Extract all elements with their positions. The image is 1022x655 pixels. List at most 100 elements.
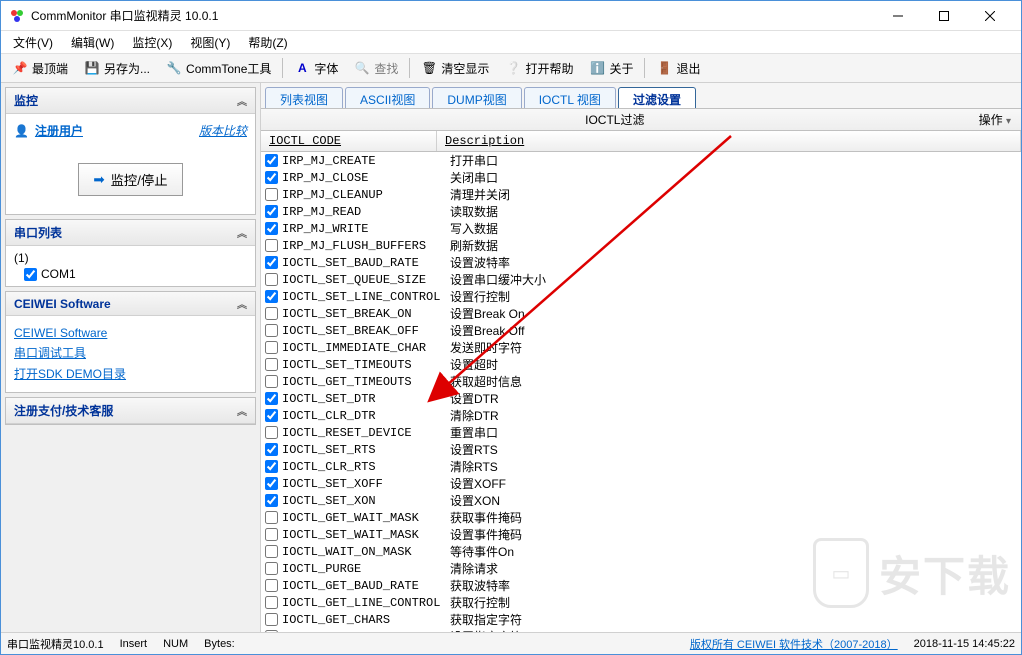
filter-row[interactable]: IOCTL_IMMEDIATE_CHAR发送即时字符 <box>261 339 1021 356</box>
filter-checkbox[interactable] <box>265 562 278 575</box>
filter-checkbox[interactable] <box>265 511 278 524</box>
filter-checkbox[interactable] <box>265 256 278 269</box>
filter-checkbox[interactable] <box>265 596 278 609</box>
exit-button[interactable]: 🚪退出 <box>649 56 707 81</box>
filter-row[interactable]: IRP_MJ_FLUSH_BUFFERS刷新数据 <box>261 237 1021 254</box>
software-link-1[interactable]: 串口调试工具 <box>14 342 247 363</box>
filter-checkbox[interactable] <box>265 171 278 184</box>
filter-checkbox[interactable] <box>265 477 278 490</box>
menu-1[interactable]: 编辑(W) <box>63 32 122 53</box>
monitor-panel-header[interactable]: 监控 ︽ <box>6 88 255 114</box>
filter-row[interactable]: IOCTL_SET_BAUD_RATE设置波特率 <box>261 254 1021 271</box>
filter-checkbox[interactable] <box>265 154 278 167</box>
tab-1[interactable]: ASCII视图 <box>345 87 430 108</box>
filter-row[interactable]: IOCTL_SET_WAIT_MASK设置事件掩码 <box>261 526 1021 543</box>
font-button[interactable]: A字体 <box>287 56 345 81</box>
help-button[interactable]: ❔打开帮助 <box>498 56 580 81</box>
filter-row[interactable]: IRP_MJ_READ读取数据 <box>261 203 1021 220</box>
filter-row[interactable]: IOCTL_CLR_DTR清除DTR <box>261 407 1021 424</box>
filter-row[interactable]: IOCTL_CLR_RTS清除RTS <box>261 458 1021 475</box>
filter-row[interactable]: IOCTL_SET_BREAK_OFF设置Break Off <box>261 322 1021 339</box>
filter-row[interactable]: IOCTL_GET_LINE_CONTROL获取行控制 <box>261 594 1021 611</box>
filter-checkbox[interactable] <box>265 358 278 371</box>
filter-desc: 设置串口缓冲大小 <box>450 271 1021 288</box>
menu-4[interactable]: 帮助(Z) <box>240 32 295 53</box>
filter-checkbox[interactable] <box>265 273 278 286</box>
filter-row[interactable]: IOCTL_GET_TIMEOUTS获取超时信息 <box>261 373 1021 390</box>
saveas-button[interactable]: 💾另存为... <box>77 56 157 81</box>
filter-checkbox[interactable] <box>265 528 278 541</box>
menu-2[interactable]: 监控(X) <box>124 32 180 53</box>
filter-row[interactable]: IOCTL_SET_CHARS设置指定字符 <box>261 628 1021 632</box>
tree-port-item[interactable]: COM1 <box>14 266 247 282</box>
about-button[interactable]: ℹ️关于 <box>582 56 640 81</box>
close-button[interactable] <box>967 2 1013 30</box>
menu-0[interactable]: 文件(V) <box>5 32 61 53</box>
filter-row[interactable]: IOCTL_PURGE清除请求 <box>261 560 1021 577</box>
monitor-panel: 监控 ︽ 👤 注册用户 版本比较 ➡ 监控/停止 <box>5 87 256 215</box>
support-panel-header[interactable]: 注册支付/技术客服 ︽ <box>6 398 255 424</box>
filter-row[interactable]: IOCTL_SET_TIMEOUTS设置超时 <box>261 356 1021 373</box>
filter-row[interactable]: IOCTL_WAIT_ON_MASK等待事件On <box>261 543 1021 560</box>
statusbar: 串口监视精灵10.0.1 Insert NUM Bytes: 版权所有 CEIW… <box>1 632 1021 654</box>
filter-checkbox[interactable] <box>265 545 278 558</box>
tree-group[interactable]: (1) <box>14 250 247 266</box>
filter-checkbox[interactable] <box>265 460 278 473</box>
filter-row[interactable]: IRP_MJ_CREATE打开串口 <box>261 152 1021 169</box>
tab-4[interactable]: 过滤设置 <box>618 87 696 108</box>
filter-row[interactable]: IOCTL_GET_BAUD_RATE获取波特率 <box>261 577 1021 594</box>
filter-row[interactable]: IRP_MJ_CLOSE关闭串口 <box>261 169 1021 186</box>
tab-2[interactable]: DUMP视图 <box>432 87 521 108</box>
monitor-toggle-button[interactable]: ➡ 监控/停止 <box>78 163 182 196</box>
copyright-link[interactable]: 版权所有 CEIWEI 软件技术（2007-2018） <box>690 636 898 652</box>
filter-checkbox[interactable] <box>265 239 278 252</box>
tab-0[interactable]: 列表视图 <box>265 87 343 108</box>
filter-checkbox[interactable] <box>265 613 278 626</box>
commtone-button[interactable]: 🔧CommTone工具 <box>159 56 278 81</box>
filter-row[interactable]: IOCTL_SET_QUEUE_SIZE设置串口缓冲大小 <box>261 271 1021 288</box>
col-header-desc[interactable]: Description <box>437 131 1021 151</box>
port-checkbox[interactable] <box>24 268 37 281</box>
ports-panel-header[interactable]: 串口列表 ︽ <box>6 220 255 246</box>
filter-checkbox[interactable] <box>265 579 278 592</box>
filter-checkbox[interactable] <box>265 341 278 354</box>
maximize-button[interactable] <box>921 2 967 30</box>
filter-row[interactable]: IRP_MJ_CLEANUP清理并关闭 <box>261 186 1021 203</box>
filter-checkbox[interactable] <box>265 426 278 439</box>
topmost-button[interactable]: 📌最顶端 <box>5 56 75 81</box>
filter-row[interactable]: IRP_MJ_WRITE写入数据 <box>261 220 1021 237</box>
filter-checkbox[interactable] <box>265 290 278 303</box>
filter-row[interactable]: IOCTL_SET_XOFF设置XOFF <box>261 475 1021 492</box>
filter-row[interactable]: IOCTL_GET_WAIT_MASK获取事件掩码 <box>261 509 1021 526</box>
filter-row[interactable]: IOCTL_SET_RTS设置RTS <box>261 441 1021 458</box>
software-link-0[interactable]: CEIWEI Software <box>14 324 247 342</box>
filter-row[interactable]: IOCTL_GET_CHARS获取指定字符 <box>261 611 1021 628</box>
filter-checkbox[interactable] <box>265 630 278 632</box>
minimize-button[interactable] <box>875 2 921 30</box>
filter-checkbox[interactable] <box>265 392 278 405</box>
filter-checkbox[interactable] <box>265 443 278 456</box>
filter-row[interactable]: IOCTL_SET_DTR设置DTR <box>261 390 1021 407</box>
filter-checkbox[interactable] <box>265 324 278 337</box>
col-header-code[interactable]: IOCTL CODE <box>261 131 437 151</box>
filter-row[interactable]: IOCTL_RESET_DEVICE重置串口 <box>261 424 1021 441</box>
filter-checkbox[interactable] <box>265 188 278 201</box>
filter-checkbox[interactable] <box>265 375 278 388</box>
filter-row[interactable]: IOCTL_SET_XON设置XON <box>261 492 1021 509</box>
filter-checkbox[interactable] <box>265 494 278 507</box>
find-button[interactable]: 🔍查找 <box>347 56 405 81</box>
filter-checkbox[interactable] <box>265 222 278 235</box>
filter-checkbox[interactable] <box>265 205 278 218</box>
filter-actions-button[interactable]: 操作 ▾ <box>969 111 1021 128</box>
filter-checkbox[interactable] <box>265 409 278 422</box>
filter-row[interactable]: IOCTL_SET_BREAK_ON设置Break On <box>261 305 1021 322</box>
filter-row[interactable]: IOCTL_SET_LINE_CONTROL设置行控制 <box>261 288 1021 305</box>
software-panel-header[interactable]: CEIWEI Software ︽ <box>6 292 255 316</box>
clear-button[interactable]: 🗑清空显示 <box>414 56 496 81</box>
tab-3[interactable]: IOCTL 视图 <box>524 87 616 108</box>
software-link-2[interactable]: 打开SDK DEMO目录 <box>14 363 247 384</box>
menu-3[interactable]: 视图(Y) <box>182 32 238 53</box>
register-user-link[interactable]: 注册用户 <box>35 122 83 139</box>
filter-checkbox[interactable] <box>265 307 278 320</box>
version-compare-link[interactable]: 版本比较 <box>199 122 247 139</box>
